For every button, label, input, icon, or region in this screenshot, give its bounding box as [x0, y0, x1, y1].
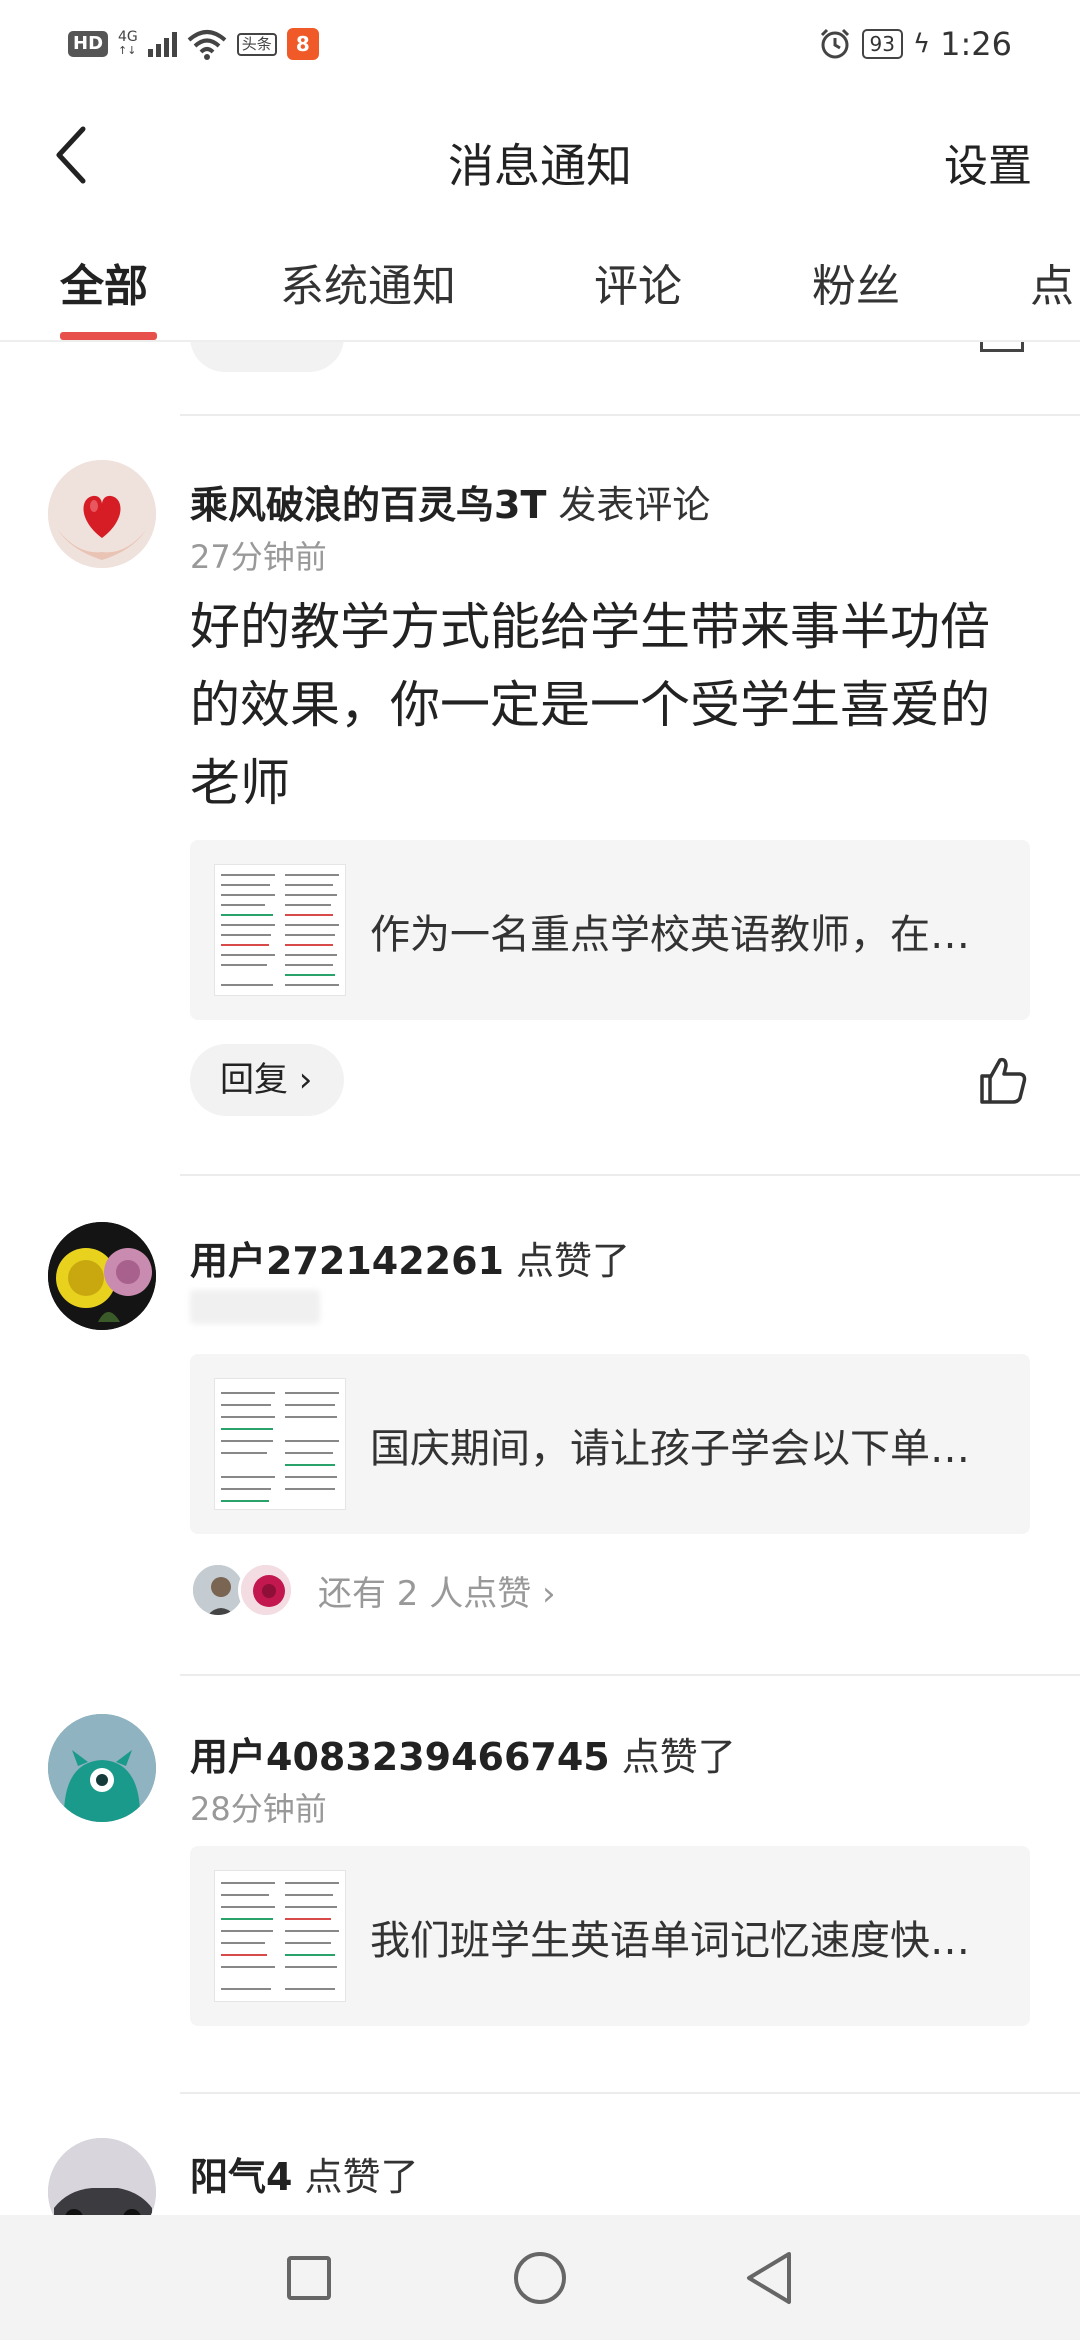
article-title: 国庆期间，请让孩子学会以下单…	[370, 1426, 970, 1472]
timestamp: 27分钟前	[190, 538, 327, 576]
avatar[interactable]	[48, 1222, 156, 1330]
comment-text: 好的教学方式能给学生带来事半功倍的效果，你一定是一个受学生喜爱的老师	[190, 598, 990, 812]
clock: 1:26	[940, 25, 1012, 63]
username[interactable]: 乘风破浪的百灵鸟3T	[190, 483, 546, 527]
avatar[interactable]	[48, 1714, 156, 1822]
recent-apps-button[interactable]	[276, 2245, 342, 2311]
article-thumbnail	[214, 864, 346, 996]
tab-bar: 全部 系统通知 评论 粉丝 点	[0, 222, 1080, 342]
monster-avatar-image	[48, 1714, 156, 1822]
network-indicator: 4G ↑↓	[118, 30, 138, 58]
notification-item[interactable]: 用户272142261 点赞了 国庆期间，请让孩子学会以下单… 还有 2 人点赞…	[0, 1176, 1080, 1636]
notification-item[interactable]: 阳气4 点赞了 11分钟前	[0, 2094, 1080, 2215]
likers-count-text[interactable]: 还有 2 人点赞 ›	[318, 1566, 556, 1615]
notification-item[interactable]: 用户4083239466745 点赞了 28分钟前 我们班学生英语单词记忆速度快…	[0, 1676, 1080, 2056]
rose-avatar-image	[241, 1565, 291, 1615]
reply-button[interactable]	[190, 342, 344, 372]
previous-item-tail	[0, 342, 1080, 412]
car-avatar-image	[48, 2138, 156, 2215]
document-thumbnail-image	[215, 1871, 345, 2001]
article-title: 作为一名重点学校英语教师，在…	[370, 912, 970, 958]
quoted-article[interactable]: 国庆期间，请让孩子学会以下单…	[190, 1354, 1030, 1534]
action-text: 点赞了	[515, 1239, 630, 1283]
tab-fans[interactable]: 粉丝	[812, 250, 900, 314]
square-icon	[287, 2256, 331, 2300]
notification-header: 用户272142261 点赞了	[190, 1230, 630, 1285]
likers-row[interactable]: 还有 2 人点赞 ›	[190, 1560, 556, 1620]
flower-avatar-image	[48, 1222, 156, 1330]
avatar[interactable]	[48, 460, 156, 568]
signal-icon	[147, 31, 177, 57]
timestamp: 11分钟前	[190, 2206, 327, 2215]
notification-header: 用户4083239466745 点赞了	[190, 1726, 736, 1781]
quoted-article[interactable]: 我们班学生英语单词记忆速度快…	[190, 1846, 1030, 2026]
alarm-icon	[820, 28, 849, 59]
triangle-back-icon	[747, 2252, 791, 2304]
status-left: HD 4G ↑↓ 头条 8	[68, 22, 319, 66]
timestamp: 28分钟前	[190, 1790, 327, 1828]
avatar[interactable]	[48, 2138, 156, 2215]
heart-hands-avatar-image	[48, 460, 156, 568]
wifi-icon	[187, 30, 227, 60]
avatar	[238, 1562, 294, 1618]
notification-item[interactable]: 乘风破浪的百灵鸟3T 发表评论 27分钟前 好的教学方式能给学生带来事半功倍的效果…	[0, 416, 1080, 1126]
document-thumbnail-image	[215, 1379, 345, 1509]
username[interactable]: 阳气4	[190, 2155, 292, 2199]
network-label: 4G	[118, 29, 138, 45]
active-tab-indicator	[60, 332, 157, 340]
home-button[interactable]	[507, 2245, 573, 2311]
tab-likes[interactable]: 点	[1030, 250, 1074, 314]
hd-badge: HD	[68, 31, 109, 57]
thumbs-up-icon[interactable]	[976, 1054, 1028, 1106]
username[interactable]: 用户4083239466745	[190, 1735, 610, 1779]
article-title: 我们班学生英语单词记忆速度快…	[370, 1918, 970, 1964]
circle-icon	[514, 2252, 566, 2304]
notification-header: 阳气4 点赞了	[190, 2146, 418, 2201]
network-arrows: ↑↓	[118, 44, 137, 57]
tab-system[interactable]: 系统通知	[280, 250, 456, 314]
system-navigation-bar	[0, 2215, 1080, 2340]
settings-button[interactable]: 设置	[944, 130, 1032, 194]
quoted-article[interactable]: 作为一名重点学校英语教师，在…	[190, 840, 1030, 1020]
status-bar: HD 4G ↑↓ 头条 8 93 ϟ 1:26	[0, 0, 1080, 92]
action-text: 点赞了	[304, 2155, 419, 2199]
page-title: 消息通知	[448, 139, 632, 193]
username[interactable]: 用户272142261	[190, 1239, 504, 1283]
article-thumbnail	[214, 1870, 346, 2002]
tab-comments[interactable]: 评论	[594, 250, 682, 314]
timestamp-blurred	[190, 1290, 320, 1324]
tab-all[interactable]: 全部	[60, 250, 148, 314]
notification-screen: HD 4G ↑↓ 头条 8 93 ϟ 1:26 消息通知 设置 全部 系统通知 …	[0, 0, 1080, 2340]
reply-button[interactable]: 回复 ›	[190, 1044, 344, 1116]
app-notification-icon: 8	[286, 28, 319, 60]
toutiao-badge: 头条	[236, 32, 277, 56]
action-text: 发表评论	[558, 483, 711, 527]
article-thumbnail	[214, 1378, 346, 1510]
thumbs-up-icon[interactable]	[980, 342, 1024, 352]
document-thumbnail-image	[215, 865, 345, 995]
notification-header: 乘风破浪的百灵鸟3T 发表评论	[190, 474, 710, 529]
battery-icon: 93	[861, 29, 903, 59]
charging-icon: ϟ	[912, 29, 931, 59]
action-text: 点赞了	[621, 1735, 736, 1779]
battery-level: 93	[869, 32, 895, 56]
app-header: 消息通知 设置	[0, 92, 1080, 222]
status-right: 93 ϟ 1:26	[818, 22, 1012, 66]
system-back-button[interactable]	[736, 2245, 802, 2311]
notification-list[interactable]: 乘风破浪的百灵鸟3T 发表评论 27分钟前 好的教学方式能给学生带来事半功倍的效果…	[0, 342, 1080, 2215]
